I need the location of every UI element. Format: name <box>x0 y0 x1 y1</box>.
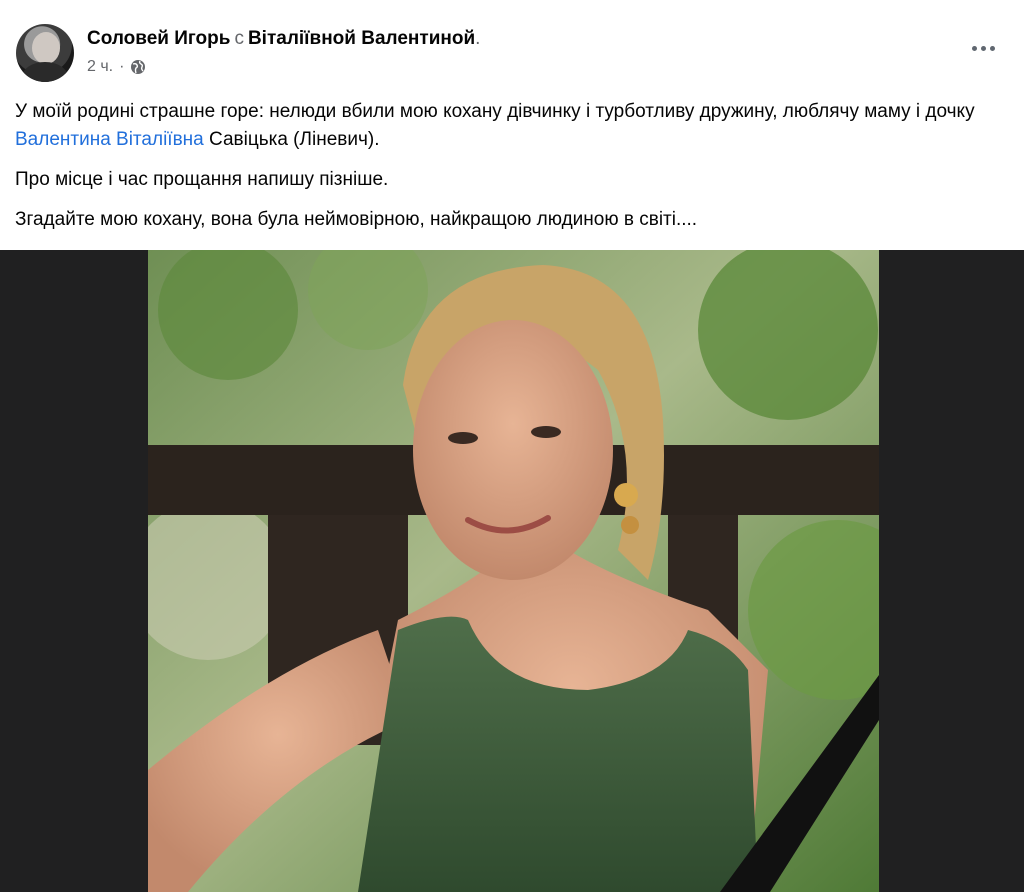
more-dot <box>971 45 977 51</box>
author-line: Соловей Игорь с Віталіївной Валентиной. <box>87 27 480 51</box>
post-time-link[interactable]: 2 ч. <box>87 58 113 76</box>
memorial-portrait-photo[interactable] <box>148 250 879 892</box>
post-paragraph-2: Про місце і час прощання напишу пізніше. <box>15 169 389 190</box>
paragraph-text: У моїй родині страшне горе: нелюди вбили… <box>15 101 975 122</box>
with-word: с <box>234 28 244 49</box>
trailing-dot: . <box>475 28 481 49</box>
tagged-person-link[interactable]: Валентина Віталіївна <box>15 129 204 150</box>
meta-separator: · <box>119 58 125 75</box>
author-avatar[interactable] <box>16 24 74 82</box>
post-paragraph-1: У моїй родині страшне горе: нелюди вбили… <box>15 98 1010 154</box>
more-options-icon[interactable] <box>968 38 998 58</box>
more-dot <box>989 45 995 51</box>
post-header: Соловей Игорь с Віталіївной Валентиной. 2 … <box>0 0 1024 92</box>
more-dot <box>980 45 986 51</box>
tagged-friend-link[interactable]: Віталіївной Валентиной <box>248 28 475 49</box>
paragraph-text: Савіцька (Ліневич). <box>203 129 380 150</box>
author-name-link[interactable]: Соловей Игорь <box>87 28 230 49</box>
globe-icon[interactable] <box>130 59 146 75</box>
post-paragraph-3: Згадайте мою кохану, вона була неймовірн… <box>15 209 698 230</box>
post-photo-container[interactable] <box>0 250 1024 892</box>
post-body-text: У моїй родині страшне горе: нелюди вбили… <box>15 98 1010 246</box>
avatar-body <box>22 62 68 82</box>
avatar-face <box>32 32 60 64</box>
post-meta: 2 ч. · <box>87 58 146 76</box>
